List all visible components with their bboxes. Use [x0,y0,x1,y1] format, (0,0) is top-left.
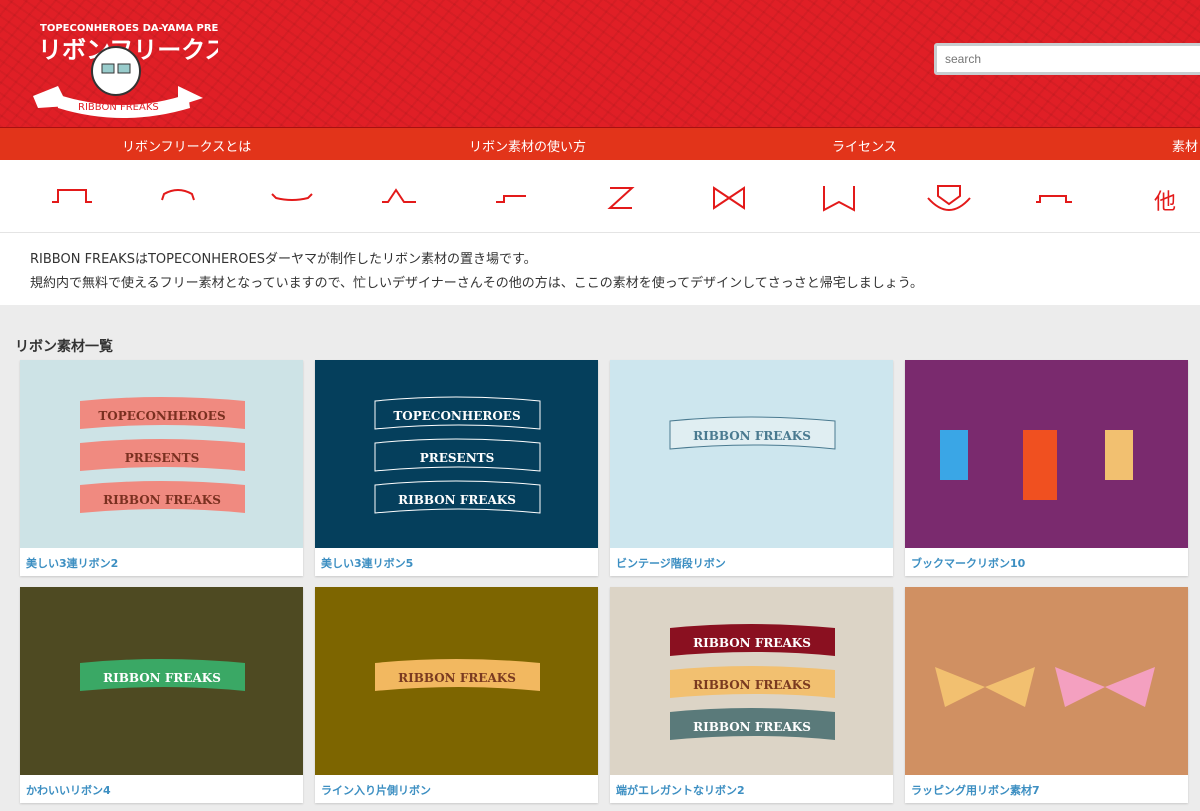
bookmark-ribbon [1023,430,1057,500]
bow-ribbon-icon[interactable] [704,184,754,212]
badge-ribbon-icon[interactable] [924,184,974,212]
ribbon-text: RIBBON FREAKS [103,671,221,685]
ribbon-text: RIBBON FREAKS [103,493,221,507]
bookmark-ribbon [940,430,968,480]
ribbon-card-title[interactable]: 美しい3連リボン5 [315,548,598,578]
ribbon-thumbnail[interactable] [905,587,1188,775]
site-logo[interactable]: TOPECONHEROES DA-YAMA PRESENTS リボンフリークス … [28,6,218,118]
ribbon-card-title[interactable]: ブックマークリボン10 [905,548,1188,578]
multi-ribbon-icon[interactable] [1030,184,1080,212]
ribbon-card-title[interactable]: ライン入り片側リボン [315,775,598,805]
ribbon-card[interactable]: RIBBON FREAKS かわいいリボン4 [20,587,303,803]
ribbon-text: PRESENTS [125,451,200,465]
ribbon-card-title[interactable]: かわいいリボン4 [20,775,303,805]
ribbon-card[interactable]: ブックマークリボン10 [905,360,1188,576]
wave-ribbon-icon[interactable] [268,184,318,212]
ribbon-text: RIBBON FREAKS [398,671,516,685]
ribbon-thumbnail[interactable] [905,360,1188,548]
ribbon-card[interactable]: RIBBON FREAKS ビンテージ階段リボン [610,360,893,576]
svg-text:RIBBON FREAKS: RIBBON FREAKS [78,102,159,113]
nav-license[interactable]: ライセンス [832,136,897,155]
category-other[interactable]: 他 [1154,184,1176,216]
ribbon-card[interactable]: RIBBON FREAKS ライン入り片側リボン [315,587,598,803]
ribbon-thumbnail[interactable]: TOPECONHEROES PRESENTS RIBBON FREAKS [20,360,303,548]
ribbon-card-title[interactable]: ラッピング用リボン素材7 [905,775,1188,805]
ribbon-thumbnail[interactable]: RIBBON FREAKS [20,587,303,775]
ribbon-text: PRESENTS [420,451,495,465]
ribbon-card[interactable]: TOPECONHEROES PRESENTS RIBBON FREAKS 美しい3連リ… [315,360,598,576]
ribbon-text: RIBBON FREAKS [693,429,811,443]
ribbon-text: TOPECONHEROES [98,409,225,423]
ribbon-card[interactable]: ラッピング用リボン素材7 [905,587,1188,803]
corner-ribbon-icon[interactable] [490,184,540,212]
ribbon-card-title[interactable]: 端がエレガントなリボン2 [610,775,893,805]
ribbon-thumbnail[interactable]: TOPECONHEROES PRESENTS RIBBON FREAKS [315,360,598,548]
step-ribbon-icon[interactable] [372,184,422,212]
z-ribbon-icon[interactable] [596,184,646,212]
bookmark-ribbon-icon[interactable] [814,184,864,212]
ribbon-card[interactable]: TOPECONHEROES PRESENTS RIBBON FREAKS 美しい3連リ… [20,360,303,576]
intro-line: RIBBON FREAKSはTOPECONHEROESダーヤマが制作したリボン素… [30,252,537,267]
ribbon-text: TOPECONHEROES [393,409,520,423]
category-bar: 他 [0,160,1200,233]
ribbon-card-title[interactable]: 美しい3連リボン2 [20,548,303,578]
site-intro: RIBBON FREAKSはTOPECONHEROESダーヤマが制作したリボン素… [0,233,1200,305]
arch-ribbon-icon[interactable] [150,184,200,212]
nav-usage[interactable]: リボン素材の使い方 [469,136,586,155]
section-title: リボン素材一覧 [15,339,113,355]
bookmark-ribbon [1105,430,1133,480]
ribbon-thumbnail[interactable]: RIBBON FREAKS [315,587,598,775]
svg-text:TOPECONHEROES DA-YAMA PRESENTS: TOPECONHEROES DA-YAMA PRESENTS [40,23,218,34]
ribbon-text: RIBBON FREAKS [693,636,811,650]
intro-line: 規約内で無料で使えるフリー素材となっていますので、忙しいデザイナーさんその他の方… [30,276,923,291]
main-nav: リボンフリークスとは リボン素材の使い方 ライセンス 素材リ [0,128,1200,174]
ribbon-card-title[interactable]: ビンテージ階段リボン [610,548,893,578]
flat-ribbon-icon[interactable] [48,184,98,212]
ribbon-text: RIBBON FREAKS [693,720,811,734]
ribbon-text: RIBBON FREAKS [693,678,811,692]
ribbon-card[interactable]: RIBBON FREAKS RIBBON FREAKS RIBBON FREAKS 端… [610,587,893,803]
site-header: TOPECONHEROES DA-YAMA PRESENTS リボンフリークス … [0,0,1200,128]
ribbon-thumbnail[interactable]: RIBBON FREAKS RIBBON FREAKS RIBBON FREAKS [610,587,893,775]
search-input[interactable] [934,43,1200,75]
ribbon-text: RIBBON FREAKS [398,493,516,507]
nav-about[interactable]: リボンフリークスとは [122,136,251,155]
ribbon-thumbnail[interactable]: RIBBON FREAKS [610,360,893,548]
